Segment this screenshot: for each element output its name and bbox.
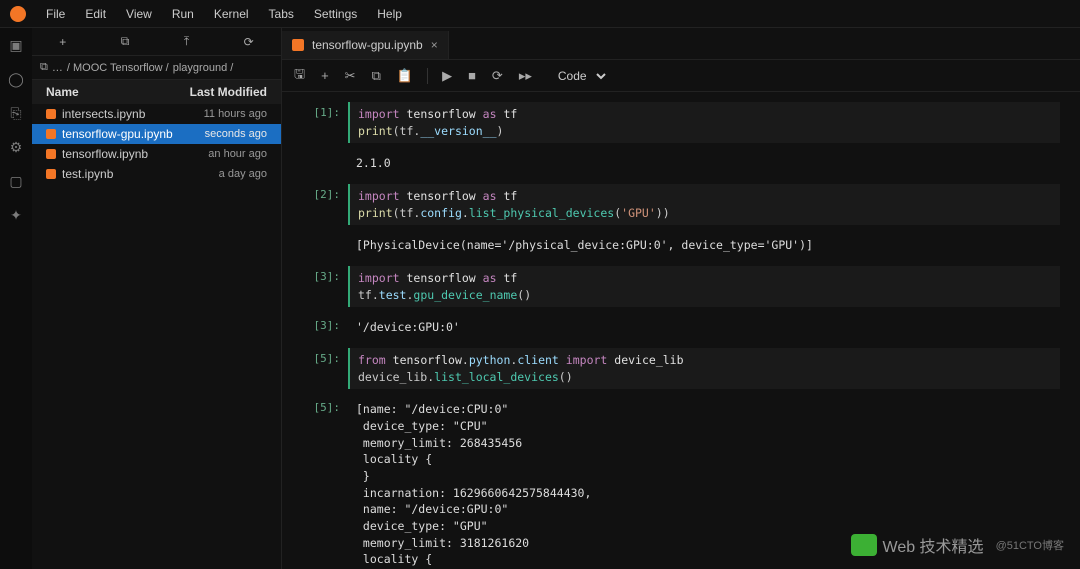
- file-list-header[interactable]: Name Last Modified: [32, 80, 281, 104]
- watermark-text: Web 技术精选: [883, 533, 984, 557]
- add-cell-icon[interactable]: +: [321, 68, 329, 83]
- code-cell[interactable]: [3]: import tensorflow as tf tf.test.gpu…: [292, 266, 1060, 307]
- breadcrumb-seg1[interactable]: / MOOC Tensorflow /: [67, 62, 169, 74]
- cell-prompt: [292, 233, 348, 258]
- notebook-panel: tensorflow-gpu.ipynb × 🖫 + ✂ ⧉ 📋 ▶ ■ ⟳ ▸…: [282, 28, 1080, 569]
- code-input[interactable]: import tensorflow as tf print(tf.config.…: [348, 184, 1060, 225]
- paste-icon[interactable]: 📋: [397, 68, 413, 84]
- new-launcher-button[interactable]: +: [59, 35, 66, 49]
- cell-prompt: [3]:: [292, 315, 348, 340]
- wechat-icon: [851, 534, 877, 556]
- tabs-icon[interactable]: ▢: [7, 172, 25, 190]
- notebook-icon: [46, 169, 56, 179]
- settings-icon[interactable]: ⚙: [7, 138, 25, 156]
- refresh-button[interactable]: ⟳: [244, 35, 254, 49]
- code-cell[interactable]: [5]: from tensorflow.python.client impor…: [292, 348, 1060, 389]
- file-item[interactable]: tensorflow.ipynban hour ago: [32, 144, 281, 164]
- menu-help[interactable]: Help: [377, 7, 402, 21]
- output-cell: [3]: '/device:GPU:0': [292, 315, 1060, 340]
- file-item[interactable]: intersects.ipynb11 hours ago: [32, 104, 281, 124]
- code-input[interactable]: import tensorflow as tf print(tf.__versi…: [348, 102, 1060, 143]
- jupyter-logo-icon: [10, 6, 26, 22]
- cell-prompt: [1]:: [292, 102, 348, 143]
- file-browser: + ⧉ ⤒ ⟳ ⧉ … / MOOC Tensorflow / playgrou…: [32, 28, 282, 569]
- menu-settings[interactable]: Settings: [314, 7, 357, 21]
- code-cell[interactable]: [1]: import tensorflow as tf print(tf.__…: [292, 102, 1060, 143]
- restart-icon[interactable]: ⟳: [492, 68, 503, 84]
- breadcrumb-seg2[interactable]: playground /: [173, 62, 234, 74]
- commands-icon[interactable]: ⎘: [7, 104, 25, 122]
- close-icon[interactable]: ×: [431, 38, 438, 52]
- stop-icon[interactable]: ■: [468, 68, 476, 83]
- output-cell: [PhysicalDevice(name='/physical_device:G…: [292, 233, 1060, 258]
- cell-prompt: [3]:: [292, 266, 348, 307]
- separator: [427, 68, 428, 84]
- breadcrumb[interactable]: ⧉ … / MOOC Tensorflow / playground /: [32, 56, 281, 80]
- notebook-icon: [46, 129, 56, 139]
- breadcrumb-dots: …: [52, 62, 63, 74]
- folder-icon: ⧉: [40, 61, 48, 74]
- output-cell: 2.1.0: [292, 151, 1060, 176]
- new-folder-button[interactable]: ⧉: [121, 34, 130, 49]
- watermark: Web 技术精选 @51CTO博客: [851, 533, 1065, 557]
- col-modified: Last Modified: [190, 85, 267, 99]
- cell-output: '/device:GPU:0': [348, 315, 1060, 340]
- cut-icon[interactable]: ✂: [345, 68, 356, 84]
- cell-prompt: [5]:: [292, 348, 348, 389]
- cell-prompt: [5]:: [292, 397, 348, 569]
- menu-kernel[interactable]: Kernel: [214, 7, 249, 21]
- notebook-body[interactable]: [1]: import tensorflow as tf print(tf.__…: [282, 92, 1080, 569]
- save-icon[interactable]: 🖫: [294, 65, 305, 87]
- tab-bar: tensorflow-gpu.ipynb ×: [282, 28, 1080, 60]
- cell-output: 2.1.0: [348, 151, 1060, 176]
- menu-tabs[interactable]: Tabs: [269, 7, 294, 21]
- activity-bar: ▣ ◯ ⎘ ⚙ ▢ ✦: [0, 28, 32, 569]
- menu-run[interactable]: Run: [172, 7, 194, 21]
- file-item[interactable]: tensorflow-gpu.ipynbseconds ago: [32, 124, 281, 144]
- copy-icon[interactable]: ⧉: [372, 68, 381, 84]
- code-input[interactable]: import tensorflow as tf tf.test.gpu_devi…: [348, 266, 1060, 307]
- watermark-sub: @51CTO博客: [996, 537, 1064, 553]
- menu-edit[interactable]: Edit: [85, 7, 106, 21]
- file-toolbar: + ⧉ ⤒ ⟳: [32, 28, 281, 56]
- tab-title: tensorflow-gpu.ipynb: [312, 38, 423, 52]
- extensions-icon[interactable]: ✦: [7, 206, 25, 224]
- notebook-toolbar: 🖫 + ✂ ⧉ 📋 ▶ ■ ⟳ ▸▸ Code: [282, 60, 1080, 92]
- code-cell[interactable]: [2]: import tensorflow as tf print(tf.co…: [292, 184, 1060, 225]
- code-input[interactable]: from tensorflow.python.client import dev…: [348, 348, 1060, 389]
- run-icon[interactable]: ▶: [442, 68, 452, 84]
- file-list: intersects.ipynb11 hours ago tensorflow-…: [32, 104, 281, 569]
- upload-button[interactable]: ⤒: [184, 34, 189, 49]
- file-item[interactable]: test.ipynba day ago: [32, 164, 281, 184]
- cell-output: [PhysicalDevice(name='/physical_device:G…: [348, 233, 1060, 258]
- notebook-tab[interactable]: tensorflow-gpu.ipynb ×: [282, 31, 449, 59]
- main-menu: File Edit View Run Kernel Tabs Settings …: [0, 0, 1080, 28]
- notebook-icon: [292, 39, 304, 51]
- notebook-icon: [46, 109, 56, 119]
- running-icon[interactable]: ◯: [7, 70, 25, 88]
- cell-prompt: [292, 151, 348, 176]
- run-all-icon[interactable]: ▸▸: [519, 68, 532, 84]
- file-browser-icon[interactable]: ▣: [7, 36, 25, 54]
- notebook-icon: [46, 149, 56, 159]
- cell-prompt: [2]:: [292, 184, 348, 225]
- menu-file[interactable]: File: [46, 7, 65, 21]
- cell-type-select[interactable]: Code: [548, 66, 609, 86]
- menu-view[interactable]: View: [126, 7, 152, 21]
- col-name: Name: [46, 85, 79, 99]
